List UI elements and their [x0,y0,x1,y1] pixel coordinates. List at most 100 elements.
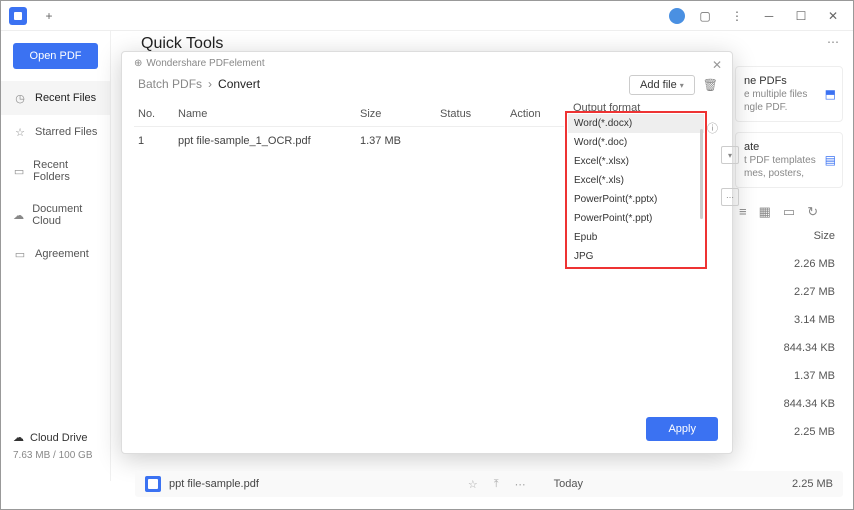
hidden-selects: ▾ ⋯ [721,146,739,206]
size-value: 1.37 MB [735,362,843,390]
right-panel: ne PDFs e multiple files ngle PDF. ⬒ ate… [735,66,843,446]
sidebar-item-recent-files[interactable]: ◷ Recent Files [1,81,110,115]
recent-actions: ☆ ⤒ ⋯ Today [468,478,583,491]
recent-file-row[interactable]: ppt file-sample.pdf ☆ ⤒ ⋯ Today 2.25 MB [135,471,843,497]
grid-view-icon[interactable]: ▦ [759,204,771,220]
sidebar-item-label: Document Cloud [32,203,98,227]
col-size: Size [360,108,440,120]
sidebar-item-label: Starred Files [35,126,97,138]
col-action: Action [510,108,560,120]
dropdown-item[interactable]: PowerPoint(*.pptx) [568,190,704,209]
titlebar-left: + [9,4,61,28]
cloud-usage: 7.63 MB / 100 GB [13,450,93,461]
cloud-drive-section: ☁ Cloud Drive 7.63 MB / 100 GB [13,431,93,461]
mini-select[interactable]: ⋯ [721,188,739,206]
clock-icon: ◷ [13,91,27,105]
refresh-icon[interactable]: ↻ [807,204,818,220]
col-name: Name [178,108,360,120]
size-value: 2.27 MB [735,278,843,306]
upload-icon[interactable]: ⤒ [494,478,499,491]
cell-name: ppt file-sample_1_OCR.pdf [178,135,360,147]
maximize-button[interactable]: ☐ [789,4,813,28]
dropdown-item[interactable]: PowerPoint(*.ppt) [568,209,704,228]
more-icon[interactable]: ⋯ [515,478,526,491]
dialog-tab[interactable]: ⊕ Wondershare PDFelement [122,52,732,73]
size-value: 3.14 MB [735,306,843,334]
sidebar-item-agreement[interactable]: ▭ Agreement [1,237,110,271]
size-value: 844.34 KB [735,390,843,418]
recent-size: 2.25 MB [792,478,833,490]
view-toolbar: ≡ ▦ ▭ ↻ [735,198,843,226]
close-button[interactable]: ✕ [821,4,845,28]
doc-icon: ▭ [13,247,27,261]
combine-pdf-card[interactable]: ne PDFs e multiple files ngle PDF. ⬒ [735,66,843,122]
titlebar-right: ▢ ⋮ ─ ☐ ✕ [669,4,845,28]
dialog-close-button[interactable]: ✕ [712,58,722,72]
dropdown-scrollbar[interactable] [700,129,703,219]
cloud-icon: ☁ [13,208,24,222]
pin-icon: ⊕ [134,58,142,69]
file-table: No. Name Size Status Action 1 ppt file-s… [134,102,564,155]
dropdown-item[interactable]: JPG [568,247,704,266]
mini-select[interactable]: ▾ [721,146,739,164]
sidebar: Open PDF ◷ Recent Files ☆ Starred Files … [1,31,111,481]
recent-file-name: ppt file-sample.pdf [169,478,259,490]
dropdown-item[interactable]: Word(*.doc) [568,133,704,152]
size-value: 844.34 KB [735,334,843,362]
help-icon[interactable]: ⓘ [707,120,718,136]
merge-icon: ⬒ [825,87,836,101]
more-icon[interactable]: ⋯ [827,35,839,49]
star-icon: ☆ [13,125,27,139]
table-header: No. Name Size Status Action [134,102,564,127]
menu-dots-icon[interactable]: ⋮ [725,4,749,28]
star-icon[interactable]: ☆ [468,478,478,491]
sidebar-item-label: Recent Folders [33,159,98,183]
cell-no: 1 [138,135,178,147]
titlebar: + ▢ ⋮ ─ ☐ ✕ [1,1,853,31]
col-no: No. [138,108,178,120]
cloud-drive-title[interactable]: ☁ Cloud Drive [13,431,93,444]
app-logo[interactable] [9,7,27,25]
sidebar-item-document-cloud[interactable]: ☁ Document Cloud [1,193,110,237]
new-tab-button[interactable]: + [37,4,61,28]
pdf-icon [145,476,161,492]
col-status: Status [440,108,510,120]
size-column-header: Size [735,226,843,250]
thumb-view-icon[interactable]: ▭ [783,204,795,220]
add-file-row: Add file ▾ 🗑 [629,75,718,95]
dropdown-item[interactable]: Epub [568,228,704,247]
size-value: 2.25 MB [735,418,843,446]
list-view-icon[interactable]: ≡ [739,204,747,220]
template-icon: ▤ [825,153,836,167]
folder-icon: ▭ [13,164,25,178]
sidebar-item-starred-files[interactable]: ☆ Starred Files [1,115,110,149]
sidebar-item-label: Recent Files [35,92,96,104]
cell-status [440,135,510,147]
main: Quick Tools ⋯ ne PDFs e multiple files n… [111,31,853,509]
cell-action [510,135,560,147]
breadcrumb-root[interactable]: Batch PDFs [138,77,202,91]
add-file-button[interactable]: Add file ▾ [629,75,695,95]
apply-button[interactable]: Apply [646,417,718,441]
breadcrumb-current: Convert [218,77,260,91]
size-list: 2.26 MB 2.27 MB 3.14 MB 844.34 KB 1.37 M… [735,250,843,446]
recent-date: Today [554,478,583,490]
dropdown-item[interactable]: Word(*.docx) [568,114,704,133]
chevron-down-icon: ▾ [680,81,684,90]
avatar[interactable] [669,8,685,24]
sidebar-item-label: Agreement [35,248,89,260]
breadcrumb-sep: › [208,77,212,91]
cell-size: 1.37 MB [360,135,440,147]
sidebar-item-recent-folders[interactable]: ▭ Recent Folders [1,149,110,193]
size-value: 2.26 MB [735,250,843,278]
trash-icon[interactable]: 🗑 [703,78,718,92]
minimize-button[interactable]: ─ [757,4,781,28]
table-row[interactable]: 1 ppt file-sample_1_OCR.pdf 1.37 MB [134,127,564,155]
output-format-dropdown[interactable]: Word(*.docx) Word(*.doc) Excel(*.xlsx) E… [565,111,707,269]
cloud-icon: ☁ [13,431,24,444]
feedback-icon[interactable]: ▢ [693,4,717,28]
template-card[interactable]: ate t PDF templates mes, posters, ▤ [735,132,843,188]
dropdown-item[interactable]: Excel(*.xls) [568,171,704,190]
open-pdf-button[interactable]: Open PDF [13,43,98,69]
dropdown-item[interactable]: Excel(*.xlsx) [568,152,704,171]
